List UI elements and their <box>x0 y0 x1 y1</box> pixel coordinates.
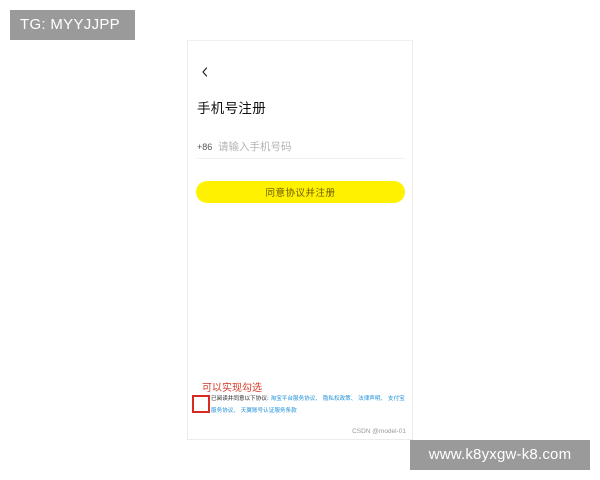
site-overlay-label: www.k8yxgw-k8.com <box>410 440 590 470</box>
agreement-prefix: 已阅读并同意以下协议: <box>211 396 269 402</box>
agreement-link-tianyi[interactable]: 天翼账号认证服务条款 <box>241 408 297 414</box>
phone-number-row: +86 <box>197 139 405 159</box>
phone-screen: 手机号注册 +86 同意协议并注册 可以实现勾选 已阅读并同意以下协议: 淘宝平… <box>187 40 413 440</box>
agreement-link-taobao[interactable]: 淘宝平台服务协议、 <box>271 396 321 402</box>
back-button[interactable] <box>198 65 212 79</box>
phone-input[interactable] <box>218 139 404 155</box>
tg-overlay-label: TG: MYYJJPP <box>10 10 135 40</box>
agreement-link-privacy[interactable]: 隐私权政策、 <box>323 396 357 402</box>
agree-and-register-button[interactable]: 同意协议并注册 <box>196 181 405 203</box>
agreement-row: 已阅读并同意以下协议: 淘宝平台服务协议、 隐私权政策、 法律声明、 支付宝服务… <box>192 393 410 417</box>
annotation-note: 可以实现勾选 <box>202 383 262 394</box>
agree-checkbox[interactable] <box>192 395 210 413</box>
country-code[interactable]: +86 <box>197 142 212 152</box>
chevron-left-icon <box>202 67 208 77</box>
agreement-text: 已阅读并同意以下协议: 淘宝平台服务协议、 隐私权政策、 法律声明、 支付宝服务… <box>211 393 410 417</box>
agreement-link-legal[interactable]: 法律声明、 <box>358 396 386 402</box>
page-title: 手机号注册 <box>197 101 266 117</box>
csdn-watermark: CSDN @model-01 <box>352 428 406 435</box>
